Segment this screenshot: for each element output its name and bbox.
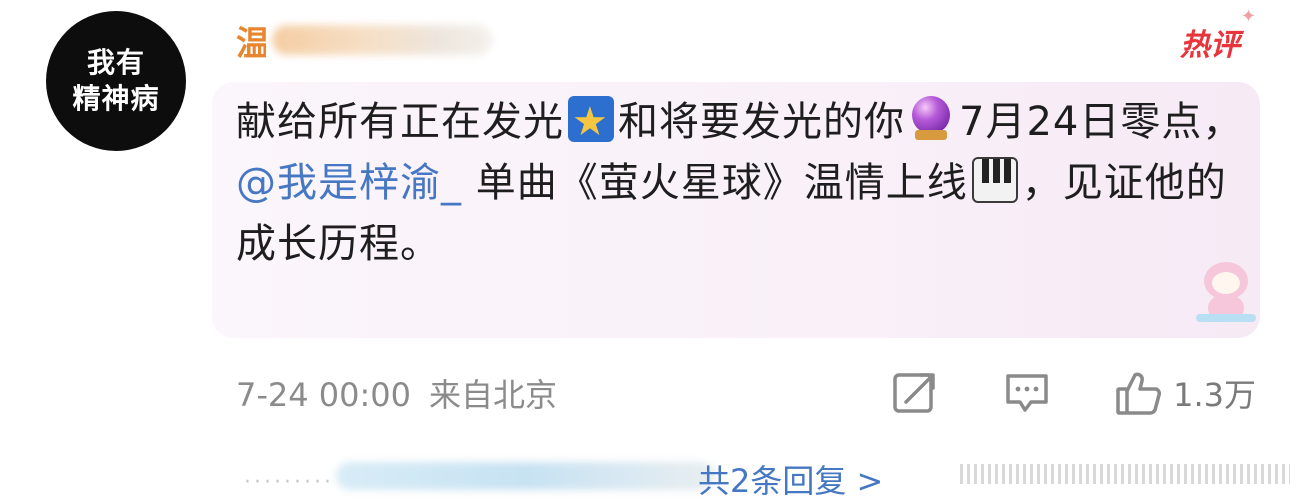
reply-blurred-content <box>336 462 716 490</box>
comment-icon[interactable] <box>1003 369 1051 417</box>
thumbs-up-icon[interactable] <box>1115 369 1163 417</box>
redaction-scribble <box>960 464 1290 484</box>
comment-text: 献给所有正在发光 和将要发光的你 7月24日零点， @我是梓渝_ 单曲《萤火星球》温… <box>236 92 1246 275</box>
comment-time: 7-24 00:00 <box>236 376 412 414</box>
comment-location: 来自北京 <box>429 376 558 414</box>
avatar[interactable]: 我有 精神病 <box>46 11 186 151</box>
username-blurred <box>272 25 492 55</box>
hot-comment-label: 热评 <box>1180 28 1240 63</box>
view-replies-link[interactable]: 共2条回复 > <box>698 456 883 502</box>
comment-footer: 7-24 00:00 来自北京 1.3万 <box>236 368 1256 418</box>
comment-text-part: 和将要发光的你 <box>618 99 905 145</box>
comment-text-part: 献给所有正在发光 <box>236 99 564 145</box>
hot-comment-badge: 热评 ✦ <box>1180 6 1256 64</box>
comment-meta: 7-24 00:00 来自北京 <box>236 370 557 416</box>
mention-link[interactable]: @我是梓渝_ <box>236 160 462 206</box>
share-icon[interactable] <box>891 369 939 417</box>
sparkle-icon: ✦ <box>1240 6 1256 27</box>
avatar-text-line1: 我有 <box>86 46 145 79</box>
crystal-ball-icon <box>909 96 955 142</box>
username[interactable]: 温 <box>236 18 536 64</box>
avatar-text-line2: 精神病 <box>72 82 160 115</box>
like-count: 1.3万 <box>1173 376 1256 414</box>
glowing-star-icon <box>568 92 614 153</box>
username-visible-part: 温 <box>236 23 266 64</box>
piano-keyboard-icon <box>971 157 1018 203</box>
reply-divider: ········· <box>244 470 334 495</box>
pink-cat-sticker-icon <box>1196 258 1256 324</box>
comment-actions: 1.3万 <box>891 368 1256 418</box>
comment-text-part: 单曲《萤火星球》温情上线 <box>462 160 968 206</box>
comment-text-part: 7月24日零点， <box>959 99 1244 145</box>
